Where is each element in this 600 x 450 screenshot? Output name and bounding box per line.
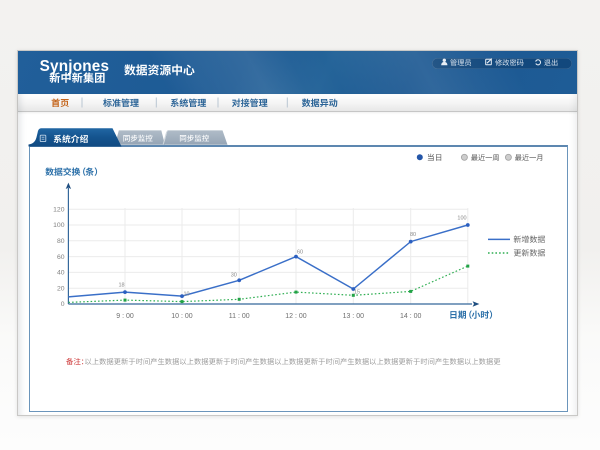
svg-text:11 : 00: 11 : 00 bbox=[229, 313, 250, 320]
svg-text:12 : 00: 12 : 00 bbox=[285, 313, 307, 320]
svg-text:18: 18 bbox=[118, 283, 124, 289]
svg-text:10: 10 bbox=[183, 292, 189, 298]
svg-text:60: 60 bbox=[297, 250, 303, 256]
svg-text:10 : 00: 10 : 00 bbox=[171, 313, 193, 320]
svg-text:14 : 00: 14 : 00 bbox=[400, 313, 422, 320]
svg-text:0: 0 bbox=[61, 301, 65, 308]
svg-text:120: 120 bbox=[53, 206, 65, 213]
svg-text:Synjones: Synjones bbox=[40, 58, 110, 75]
svg-text:9 : 00: 9 : 00 bbox=[116, 313, 134, 320]
svg-text:40: 40 bbox=[57, 270, 65, 277]
svg-text:60: 60 bbox=[57, 254, 65, 261]
svg-text:80: 80 bbox=[57, 238, 65, 245]
svg-text:13 : 00: 13 : 00 bbox=[343, 313, 365, 320]
svg-text:100: 100 bbox=[53, 222, 65, 229]
svg-text:20: 20 bbox=[57, 285, 65, 292]
svg-text:80: 80 bbox=[410, 232, 416, 238]
svg-text:30: 30 bbox=[231, 273, 237, 279]
svg-text:100: 100 bbox=[457, 216, 466, 222]
svg-text:15: 15 bbox=[354, 290, 360, 296]
